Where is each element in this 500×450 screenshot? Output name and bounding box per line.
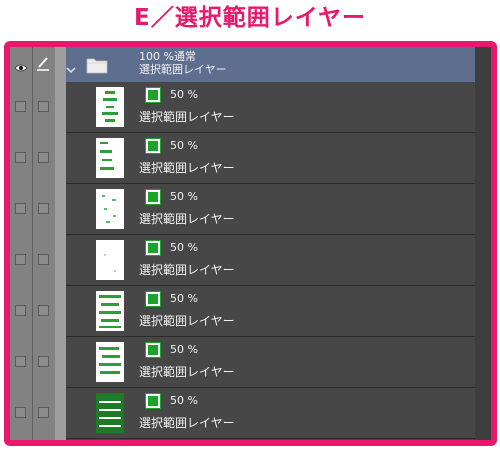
layer-name: 選択範囲レイヤー: [139, 110, 235, 124]
layer-row[interactable]: 50 % 選択範囲レイヤー: [10, 184, 475, 235]
selection-mask-icon: [145, 87, 161, 103]
edit-checkbox[interactable]: [38, 254, 49, 265]
layer-thumbnail: [96, 240, 124, 280]
layer-row-body: [66, 286, 475, 337]
edit-checkbox[interactable]: [38, 203, 49, 214]
layer-row[interactable]: 50 % 選択範囲レイヤー: [10, 133, 475, 184]
layer-name: 選択範囲レイヤー: [139, 365, 235, 379]
layer-opacity: 50 %: [170, 343, 198, 356]
visibility-checkbox[interactable]: [15, 203, 26, 214]
folder-name: 選択範囲レイヤー: [139, 63, 227, 76]
visibility-checkbox[interactable]: [15, 305, 26, 316]
chevron-down-icon[interactable]: [66, 59, 76, 74]
layer-row[interactable]: 50 % 選択範囲レイヤー: [10, 235, 475, 286]
layer-name: 選択範囲レイヤー: [139, 212, 235, 226]
layer-opacity: 50 %: [170, 241, 198, 254]
visibility-checkbox[interactable]: [15, 356, 26, 367]
eye-icon[interactable]: [14, 58, 28, 72]
edit-checkbox[interactable]: [38, 152, 49, 163]
pen-icon[interactable]: [36, 55, 50, 71]
visibility-checkbox[interactable]: [15, 254, 26, 265]
layer-name: 選択範囲レイヤー: [139, 416, 235, 430]
layer-name: 選択範囲レイヤー: [139, 263, 235, 277]
layer-panel: 100 %通常 選択範囲レイヤー 50 % 選択範囲レイヤー 50 % 選択範囲…: [10, 47, 491, 440]
edit-checkbox[interactable]: [38, 305, 49, 316]
layer-row-body: [66, 184, 475, 235]
layer-thumbnail: [96, 189, 124, 229]
visibility-checkbox[interactable]: [15, 101, 26, 112]
layer-opacity: 50 %: [170, 139, 198, 152]
layer-thumbnail: [96, 393, 124, 433]
selection-mask-icon: [145, 138, 161, 154]
folder-icon: [86, 56, 108, 74]
layer-row-body: [66, 82, 475, 133]
selection-mask-icon: [145, 291, 161, 307]
scrollbar[interactable]: [474, 47, 491, 440]
layer-row-body: [66, 337, 475, 388]
edit-checkbox[interactable]: [38, 356, 49, 367]
layer-opacity: 50 %: [170, 394, 198, 407]
layer-opacity: 50 %: [170, 190, 198, 203]
selection-mask-icon: [145, 189, 161, 205]
folder-blend-opacity: 100 %通常: [139, 50, 196, 63]
layer-folder-row-highlight: [66, 47, 475, 82]
layer-thumbnail: [96, 342, 124, 382]
visibility-checkbox[interactable]: [15, 152, 26, 163]
edit-checkbox[interactable]: [38, 407, 49, 418]
layer-row[interactable]: 50 % 選択範囲レイヤー: [10, 388, 475, 439]
layer-row[interactable]: 50 % 選択範囲レイヤー: [10, 337, 475, 388]
selection-mask-icon: [145, 393, 161, 409]
selection-mask-icon: [145, 342, 161, 358]
layer-opacity: 50 %: [170, 88, 198, 101]
layer-thumbnail: [96, 87, 124, 127]
selection-mask-icon: [145, 240, 161, 256]
layer-row-body: [66, 388, 475, 439]
layer-folder-row[interactable]: 100 %通常 選択範囲レイヤー: [10, 47, 475, 82]
layer-row-body: [66, 235, 475, 286]
visibility-checkbox[interactable]: [15, 407, 26, 418]
layer-row[interactable]: 50 % 選択範囲レイヤー: [10, 82, 475, 133]
layer-panel-frame: 100 %通常 選択範囲レイヤー 50 % 選択範囲レイヤー 50 % 選択範囲…: [4, 41, 497, 446]
page-title: E／選択範囲レイヤー: [133, 5, 367, 31]
layer-name: 選択範囲レイヤー: [139, 161, 235, 175]
layer-thumbnail: [96, 291, 124, 331]
edit-checkbox[interactable]: [38, 101, 49, 112]
layer-row-body: [66, 133, 475, 184]
layer-name: 選択範囲レイヤー: [139, 314, 235, 328]
layer-row[interactable]: 50 % 選択範囲レイヤー: [10, 286, 475, 337]
layer-opacity: 50 %: [170, 292, 198, 305]
layer-thumbnail: [96, 138, 124, 178]
